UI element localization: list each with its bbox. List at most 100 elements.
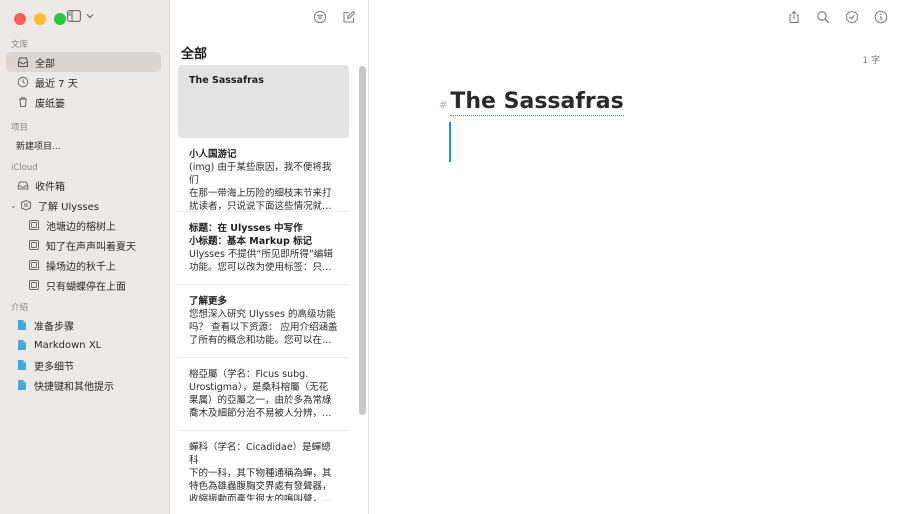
- sheet-preview-line: 特色為雄蟲腹胸交界處有發聲器，: [189, 481, 332, 492]
- sidebar-item-all[interactable]: 全部: [6, 52, 161, 72]
- document-heading[interactable]: # The Sassafras: [439, 89, 624, 116]
- chevron-down-icon[interactable]: ⌄: [10, 201, 18, 210]
- section-title-library: 文库: [11, 40, 29, 50]
- word-count[interactable]: 1 字: [862, 53, 880, 66]
- sidebar-item-trash[interactable]: 废纸篓: [6, 92, 161, 112]
- sidebar-item-label: 更多细节: [34, 361, 74, 373]
- sidebar-item-learn-ulysses[interactable]: ⌄ 了解 Ulysses: [6, 195, 161, 215]
- heading-marker: #: [439, 100, 448, 111]
- sidebar-item-group-child[interactable]: 池塘边的榕树上: [6, 215, 161, 235]
- sheet-icon: [18, 380, 26, 390]
- sheet-preview-line: 蟬科（学名：Cicadidae）是蟬總科: [189, 442, 331, 466]
- sheet-preview-line: 果属）的亞屬之一，由於多為常綠: [189, 395, 332, 406]
- sidebar-item-label: Markdown XL: [34, 339, 102, 351]
- section-title-projects: 项目: [11, 123, 29, 133]
- folder-icon: [29, 280, 39, 290]
- sidebar-item-inbox[interactable]: 收件箱: [6, 175, 161, 195]
- sidebar-navigation: 文库 全部 最近 7 天 废纸篓 项目 新建项目... iCloud 收件箱 ⌄…: [0, 38, 169, 395]
- compose-icon[interactable]: [342, 10, 356, 24]
- sidebar-icon: [67, 10, 81, 22]
- filter-icon[interactable]: [313, 10, 327, 24]
- sheet-preview-line: 下的一科，其下物種通稱為蟬，其: [189, 468, 332, 479]
- sheet-preview-line: (img) 由于某些原因，我不便将我们: [189, 162, 332, 186]
- minimize-window-button[interactable]: [34, 13, 46, 25]
- sidebar-item-label: 废纸篓: [35, 98, 65, 110]
- sidebar-item-label: 知了在声声叫着夏天: [46, 241, 136, 253]
- sidebar-item-label: 池塘边的榕树上: [46, 221, 116, 233]
- sidebar-item-label: 了解 Ulysses: [38, 201, 99, 213]
- sidebar-item-intro-sheet[interactable]: 准备步骤: [6, 315, 161, 335]
- chevron-down-icon: [86, 14, 94, 19]
- sidebar-item-group-child[interactable]: 操场边的秋千上: [6, 255, 161, 275]
- sheet-preview-line: 吗？ 查看以下资源： 应用介绍涵盖: [189, 322, 338, 333]
- document-title[interactable]: The Sassafras: [450, 89, 624, 116]
- info-icon[interactable]: [874, 10, 888, 24]
- sheet-item[interactable]: 标题：在 Ulysses 中写作 小标题：基本 Markup 标记 Ulysse…: [178, 212, 349, 285]
- sidebar-item-group-child[interactable]: 知了在声声叫着夏天: [6, 235, 161, 255]
- sidebar-toggle-button[interactable]: [67, 10, 94, 22]
- sheet-preview-line: 收縮振動而產生很大的鳴叫聲，…: [189, 494, 332, 501]
- sheet-preview-line: 功能。您可以改为使用标签：只…: [189, 262, 332, 273]
- sheet-preview-line: 扰读者，只说说下面这些情况就…: [189, 201, 332, 212]
- tray-icon: [17, 181, 29, 190]
- sheet-preview-line: 榕亞屬（学名：Ficus subg.: [189, 369, 309, 380]
- sheet-icon: [18, 360, 26, 370]
- sidebar-item-intro-sheet[interactable]: Markdown XL: [6, 335, 161, 355]
- sheet-preview-line: Urostigma），是桑科榕屬（无花: [189, 382, 329, 393]
- sidebar-item-intro-sheet[interactable]: 更多细节: [6, 355, 161, 375]
- sheet-title: The Sassafras: [189, 75, 264, 86]
- sheet-list-scrollbar[interactable]: [359, 66, 366, 415]
- search-icon[interactable]: [816, 10, 830, 24]
- sheet-title: 标题：在 Ulysses 中写作: [189, 223, 303, 234]
- editor-toolbar: [787, 10, 888, 24]
- section-title-icloud: iCloud: [11, 163, 38, 173]
- sidebar-item-intro-sheet[interactable]: 快捷键和其他提示: [6, 375, 161, 395]
- ulysses-window: 文库 全部 最近 7 天 废纸篓 项目 新建项目... iCloud 收件箱 ⌄…: [0, 0, 900, 514]
- sidebar-item-label: 只有蝴蝶停在上面: [46, 281, 126, 293]
- new-project-button[interactable]: 新建项目...: [6, 135, 161, 155]
- folder-icon: [29, 240, 39, 250]
- sidebar-item-recent[interactable]: 最近 7 天: [6, 72, 161, 92]
- inbox-stack-icon: [18, 57, 28, 67]
- sidebar-item-label: 全部: [35, 58, 55, 70]
- window-controls: [14, 13, 66, 25]
- sheet-list-pane: 全部 The Sassafras 小人国游记 (img) 由于某些原因，我不便将…: [170, 0, 369, 514]
- sheet-item[interactable]: 蟬科（学名：Cicadidae）是蟬總科 下的一科，其下物種通稱為蟬，其 特色為…: [178, 431, 349, 501]
- sidebar-item-group-child[interactable]: 只有蝴蝶停在上面: [6, 275, 161, 295]
- sheet-preview-line: 了所有的概念和功能。您可以在…: [189, 335, 332, 346]
- sheet-list[interactable]: The Sassafras 小人国游记 (img) 由于某些原因，我不便将我们 …: [178, 65, 349, 501]
- folder-icon: [29, 220, 39, 230]
- list-toolbar: [313, 10, 356, 24]
- text-cursor: [449, 122, 451, 162]
- sheet-item[interactable]: The Sassafras: [178, 65, 349, 138]
- editor-pane[interactable]: 1 字 # The Sassafras: [369, 0, 900, 514]
- section-title-intro: 介绍: [11, 303, 29, 313]
- sheet-preview-line: 在那一带海上历险的细枝末节来打: [189, 188, 332, 199]
- clock-icon: [17, 76, 29, 88]
- sidebar-item-label: 新建项目...: [16, 141, 61, 152]
- sheet-title: 小人国游记: [189, 149, 237, 160]
- group-icon: [21, 199, 31, 211]
- sidebar-item-label: 收件箱: [35, 181, 65, 193]
- sidebar-item-label: 准备步骤: [34, 321, 74, 333]
- sheet-icon: [18, 340, 26, 350]
- sheet-icon: [18, 320, 26, 330]
- sheet-preview-line: Ulysses 不提供“所见即所得”编辑: [189, 249, 333, 260]
- sheet-preview-line: 您想深入研究 Ulysses 的高级功能: [189, 309, 336, 320]
- sidebar: 文库 全部 最近 7 天 废纸篓 项目 新建项目... iCloud 收件箱 ⌄…: [0, 0, 170, 514]
- sheet-item[interactable]: 小人国游记 (img) 由于某些原因，我不便将我们 在那一带海上历险的细枝末节来…: [178, 138, 349, 212]
- sidebar-item-label: 最近 7 天: [35, 78, 78, 90]
- folder-icon: [29, 260, 39, 270]
- checkmark-seal-icon[interactable]: [845, 10, 859, 24]
- list-heading: 全部: [181, 47, 208, 62]
- sheet-item[interactable]: 了解更多 您想深入研究 Ulysses 的高级功能 吗？ 查看以下资源： 应用介…: [178, 285, 349, 358]
- close-window-button[interactable]: [14, 13, 26, 25]
- sheet-preview-line: 喬木及細節分治不易被人分辨，…: [189, 408, 332, 419]
- zoom-window-button[interactable]: [54, 13, 66, 25]
- trash-icon: [19, 97, 27, 107]
- sheet-subtitle: 小标题：基本 Markup 标记: [189, 236, 313, 247]
- sheet-item[interactable]: 榕亞屬（学名：Ficus subg. Urostigma），是桑科榕屬（无花 果…: [178, 358, 349, 431]
- sheet-title: 了解更多: [189, 296, 228, 307]
- share-icon[interactable]: [787, 10, 801, 24]
- sidebar-item-label: 操场边的秋千上: [46, 261, 116, 273]
